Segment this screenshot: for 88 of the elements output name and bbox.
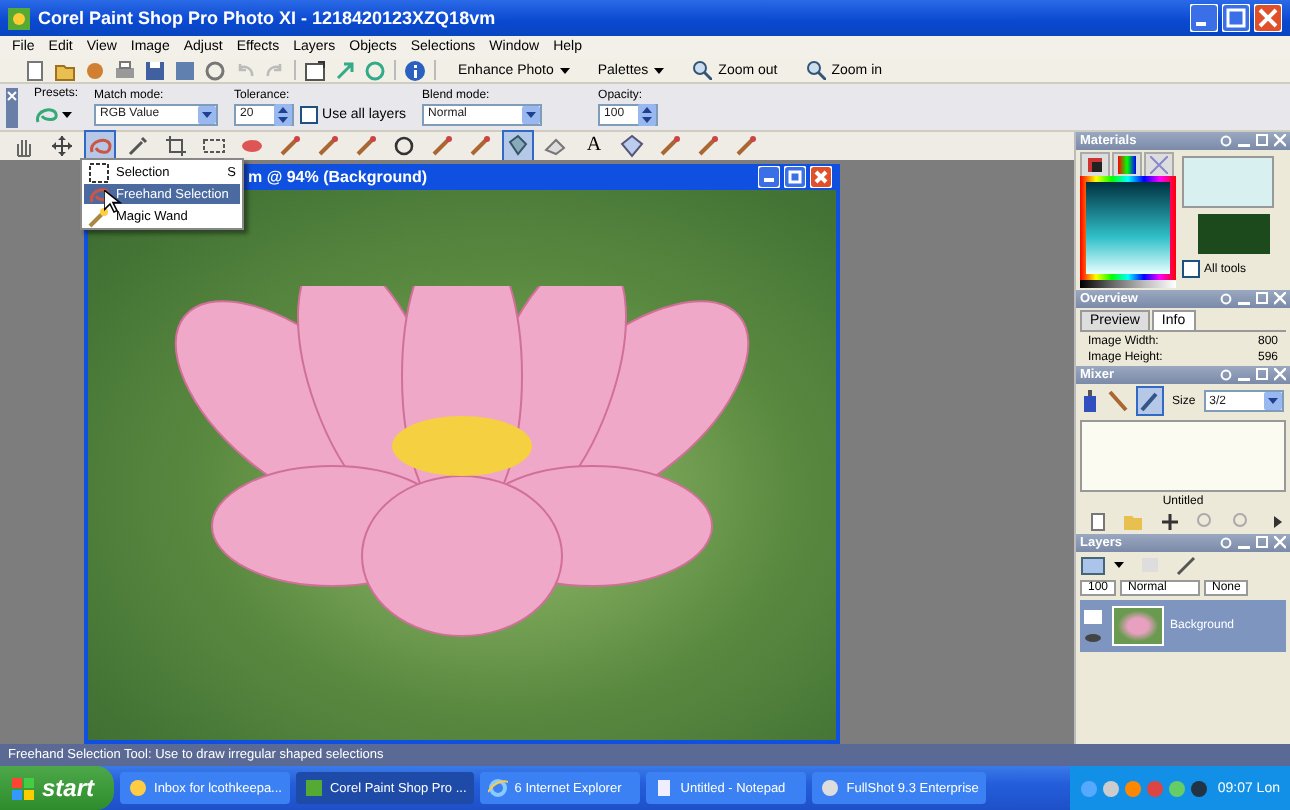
mixer-canvas[interactable] bbox=[1080, 420, 1286, 492]
pencil-icon[interactable] bbox=[1176, 554, 1196, 576]
hand-icon bbox=[12, 134, 36, 158]
close-icon[interactable] bbox=[810, 166, 832, 188]
window-title: Corel Paint Shop Pro Photo XI - 1218420123XZQ18vm bbox=[38, 8, 498, 28]
crop-icon bbox=[164, 134, 188, 158]
info-icon[interactable] bbox=[404, 59, 426, 81]
brush-icon bbox=[316, 134, 340, 158]
maximize-icon[interactable] bbox=[1256, 536, 1268, 550]
dropper-icon bbox=[1140, 390, 1160, 412]
layer-thumbnail bbox=[1112, 606, 1164, 646]
checkbox[interactable] bbox=[1182, 260, 1200, 278]
brush-icon[interactable] bbox=[1108, 390, 1128, 412]
brush-icon bbox=[354, 134, 378, 158]
frame-icon bbox=[1086, 156, 1104, 174]
dotted-rectangle-icon bbox=[88, 161, 110, 183]
move-arrows-icon bbox=[50, 134, 74, 158]
lasso-icon bbox=[34, 102, 58, 126]
maximize-icon[interactable] bbox=[784, 166, 806, 188]
start-button[interactable]: start bbox=[0, 766, 115, 810]
tool-button[interactable] bbox=[616, 130, 648, 162]
brush-icon bbox=[278, 134, 302, 158]
lasso-icon bbox=[88, 183, 110, 205]
caret-icon bbox=[559, 67, 570, 73]
caret-icon bbox=[654, 67, 665, 73]
new-layer-icon[interactable] bbox=[1080, 554, 1106, 576]
eye-icon bbox=[1084, 631, 1102, 643]
app-icon bbox=[303, 778, 324, 798]
lasso-icon bbox=[88, 134, 112, 158]
page-icon[interactable] bbox=[1088, 512, 1108, 532]
close-icon[interactable] bbox=[1274, 292, 1286, 306]
window-icon[interactable] bbox=[304, 59, 326, 81]
page-icon[interactable] bbox=[24, 59, 46, 81]
wand-icon bbox=[88, 205, 110, 227]
caret-icon bbox=[1114, 562, 1124, 568]
app-icon bbox=[820, 778, 841, 798]
caret-icon bbox=[198, 105, 217, 123]
close-icon[interactable] bbox=[1274, 134, 1286, 148]
plus-icon[interactable] bbox=[1160, 512, 1180, 532]
paint-tube-icon[interactable] bbox=[1080, 390, 1100, 412]
caret-icon bbox=[522, 105, 541, 123]
tool-button[interactable] bbox=[502, 130, 534, 162]
app-icon bbox=[128, 778, 149, 798]
spin-arrows-icon bbox=[274, 103, 293, 125]
color-picker[interactable] bbox=[1080, 176, 1176, 280]
tool-button[interactable] bbox=[46, 130, 78, 162]
tool-button[interactable] bbox=[1136, 386, 1164, 416]
layer-icon bbox=[1084, 609, 1102, 623]
caret-icon bbox=[1263, 392, 1282, 410]
maximize-icon[interactable] bbox=[1256, 368, 1268, 382]
tool-button[interactable]: A bbox=[578, 130, 610, 162]
brush-icon bbox=[734, 134, 758, 158]
checkbox[interactable] bbox=[300, 105, 319, 123]
palette-tab[interactable] bbox=[1080, 152, 1110, 176]
pattern-icon bbox=[1150, 156, 1168, 174]
windows-flag-icon bbox=[12, 777, 34, 799]
image-window-title: m @ 94% (Background) bbox=[248, 168, 428, 186]
rainbow-icon bbox=[1118, 156, 1136, 174]
maximize-icon[interactable] bbox=[1222, 4, 1250, 32]
dropper-icon bbox=[126, 134, 150, 158]
maximize-icon[interactable] bbox=[1256, 292, 1268, 306]
minimize-icon[interactable] bbox=[758, 166, 780, 188]
circle-icon bbox=[392, 134, 416, 158]
minimize-icon[interactable] bbox=[1190, 4, 1218, 32]
brush-icon bbox=[430, 134, 454, 158]
printer-icon[interactable] bbox=[114, 59, 136, 81]
palette-tab[interactable] bbox=[1112, 152, 1142, 176]
app-icon bbox=[8, 7, 30, 29]
grip-icon bbox=[6, 87, 18, 127]
save-icon[interactable] bbox=[144, 59, 166, 81]
app-icon bbox=[654, 778, 675, 798]
close-icon[interactable] bbox=[1254, 4, 1282, 32]
close-icon[interactable] bbox=[1274, 536, 1286, 550]
background-swatch[interactable] bbox=[1198, 214, 1270, 254]
rectangle-icon bbox=[202, 134, 226, 158]
app-icon bbox=[488, 778, 509, 798]
arrows-icon[interactable] bbox=[334, 59, 356, 81]
close-icon[interactable] bbox=[1274, 368, 1286, 382]
brush-icon bbox=[658, 134, 682, 158]
caret-icon bbox=[62, 111, 72, 117]
maximize-icon[interactable] bbox=[1256, 134, 1268, 148]
eye-icon bbox=[240, 134, 264, 158]
spin-arrows-icon bbox=[638, 103, 657, 125]
brush-icon bbox=[468, 134, 492, 158]
tool-button[interactable] bbox=[160, 130, 192, 162]
brush-icon bbox=[696, 134, 720, 158]
swatch-strip[interactable] bbox=[1080, 280, 1176, 288]
foreground-swatch[interactable] bbox=[1182, 156, 1274, 208]
